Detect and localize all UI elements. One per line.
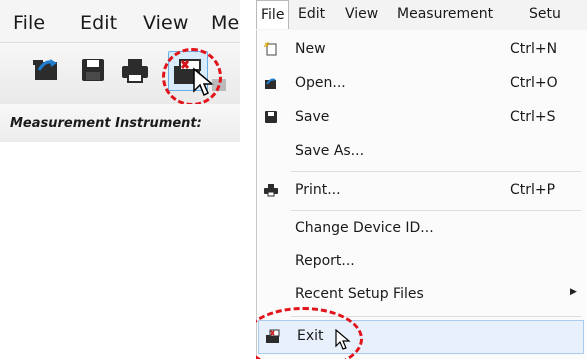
menu-item-shortcut: Ctrl+N bbox=[510, 41, 558, 57]
menu-item-label: Recent Setup Files bbox=[295, 286, 424, 302]
menu-item-label: Print... bbox=[295, 182, 341, 198]
menu-edit[interactable]: Edit bbox=[80, 12, 117, 34]
menu-bar: File Edit View Measurement Setu bbox=[256, 0, 587, 31]
print-icon bbox=[264, 184, 278, 197]
menu-file[interactable]: File bbox=[256, 0, 290, 29]
menu-item-label: Report... bbox=[295, 253, 355, 269]
open-folder-icon bbox=[265, 78, 276, 89]
new-icon bbox=[264, 42, 277, 56]
menu-edit[interactable]: Edit bbox=[298, 6, 325, 22]
file-dropdown-menu: New Ctrl+N Open... Ctrl+O Save Ctrl+S Sa… bbox=[256, 30, 587, 359]
file-menu-screenshot: File Edit View Measurement Setu New Ctrl… bbox=[256, 0, 587, 359]
menu-setup[interactable]: Setu bbox=[529, 6, 561, 22]
menu-item-label: New bbox=[295, 41, 326, 57]
menu-separator bbox=[291, 210, 581, 211]
menu-measurement[interactable]: Measurement bbox=[397, 6, 493, 22]
save-icon bbox=[265, 111, 277, 123]
menu-item-label: Change Device ID... bbox=[295, 220, 434, 236]
menu-view[interactable]: View bbox=[345, 6, 378, 22]
annotation-circle bbox=[256, 307, 363, 359]
menu-file[interactable]: File bbox=[13, 12, 45, 34]
open-folder-icon bbox=[33, 59, 57, 80]
save-icon bbox=[82, 59, 104, 81]
menu-item-shortcut: Ctrl+P bbox=[510, 182, 556, 198]
menu-item-shortcut: Ctrl+O bbox=[510, 75, 558, 91]
menu-item-change-device-id[interactable]: Change Device ID... bbox=[257, 213, 585, 245]
open-button[interactable] bbox=[30, 53, 64, 87]
menu-item-report[interactable]: Report... bbox=[257, 246, 585, 278]
annotation-circle bbox=[162, 48, 222, 106]
menu-bar: File Edit View Me bbox=[0, 0, 240, 42]
print-icon bbox=[122, 59, 148, 83]
menu-item-label: Open... bbox=[295, 75, 346, 91]
menu-item-save-as[interactable]: Save As... bbox=[257, 136, 585, 168]
menu-item-new[interactable]: New Ctrl+N bbox=[257, 34, 585, 66]
menu-item-shortcut: Ctrl+S bbox=[510, 109, 556, 125]
menu-view[interactable]: View bbox=[143, 12, 189, 34]
menu-item-label: Save As... bbox=[295, 143, 365, 159]
panel-caption: Measurement Instrument: bbox=[10, 116, 202, 131]
menu-measurement[interactable]: Me bbox=[211, 12, 239, 34]
menu-item-save[interactable]: Save Ctrl+S bbox=[257, 102, 585, 134]
print-button[interactable] bbox=[118, 53, 152, 87]
toolbar-screenshot: File Edit View Me Measurement Instrument… bbox=[0, 0, 240, 142]
measurement-instrument-panel-header: Measurement Instrument: bbox=[0, 104, 240, 142]
menu-item-open[interactable]: Open... Ctrl+O bbox=[257, 68, 585, 100]
menu-item-label: Save bbox=[295, 109, 330, 125]
submenu-arrow-icon: ▶ bbox=[570, 287, 577, 297]
menu-separator bbox=[291, 171, 581, 172]
save-button[interactable] bbox=[76, 53, 110, 87]
menu-item-print[interactable]: Print... Ctrl+P bbox=[257, 175, 585, 207]
